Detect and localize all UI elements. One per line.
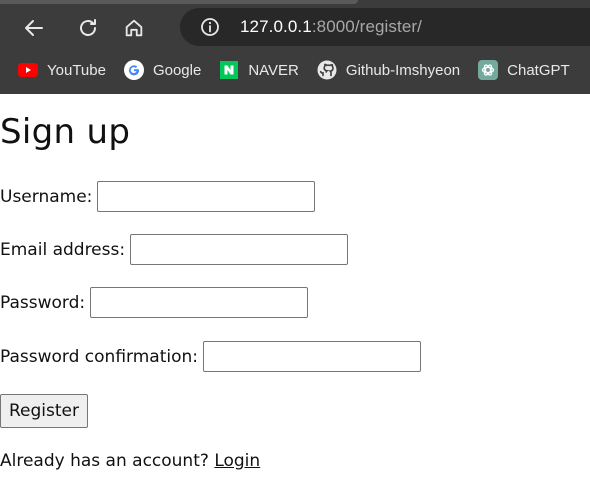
bookmark-google[interactable]: Google xyxy=(123,60,202,80)
browser-chrome: 127.0.0.1:8000/register/ YouTube Google xyxy=(0,0,590,94)
naver-icon xyxy=(219,60,239,80)
bookmark-label: ChatGPT xyxy=(507,61,570,79)
home-icon xyxy=(125,19,143,37)
url-host: 127.0.0.1 xyxy=(240,17,312,36)
email-row: Email address: xyxy=(0,234,349,265)
url-path: :8000/register/ xyxy=(311,17,422,36)
login-link[interactable]: Login xyxy=(214,451,260,471)
bookmark-github[interactable]: Github-Imshyeon xyxy=(317,60,460,80)
username-label: Username: xyxy=(0,186,93,207)
password-row: Password: xyxy=(0,287,309,318)
site-info-icon[interactable] xyxy=(200,17,220,37)
email-input[interactable] xyxy=(130,234,349,265)
back-arrow-icon xyxy=(25,20,43,36)
password-confirmation-input[interactable] xyxy=(203,341,421,372)
reload-icon xyxy=(80,19,96,36)
register-button[interactable]: Register xyxy=(0,394,88,428)
password-confirmation-row: Password confirmation: xyxy=(0,341,421,372)
login-prompt: Already has an account? Login xyxy=(0,451,260,471)
github-icon xyxy=(317,60,337,80)
password-label: Password: xyxy=(0,292,86,313)
bookmark-label: Google xyxy=(152,61,202,79)
bookmark-chatgpt[interactable]: ChatGPT xyxy=(478,60,570,80)
chatgpt-icon xyxy=(478,60,499,80)
page-title: Sign up xyxy=(0,112,131,152)
reload-button[interactable] xyxy=(68,10,108,46)
address-bar[interactable]: 127.0.0.1:8000/register/ xyxy=(180,8,590,46)
username-input[interactable] xyxy=(97,181,316,212)
bookmarks-bar: YouTube Google NAVER Github-Imshyeon Cha… xyxy=(0,54,570,86)
home-button[interactable] xyxy=(114,10,154,46)
password-confirmation-label: Password confirmation: xyxy=(0,346,198,367)
password-input[interactable] xyxy=(90,287,309,318)
url-text: 127.0.0.1:8000/register/ xyxy=(240,17,422,37)
username-row: Username: xyxy=(0,181,316,212)
back-button[interactable] xyxy=(14,10,54,46)
login-prompt-text: Already has an account? xyxy=(0,451,215,471)
bookmark-label: Github-Imshyeon xyxy=(345,61,461,79)
bookmark-label: YouTube xyxy=(47,61,106,79)
browser-toolbar: 127.0.0.1:8000/register/ xyxy=(0,6,590,50)
youtube-icon xyxy=(18,60,38,80)
bookmark-naver[interactable]: NAVER xyxy=(219,60,299,80)
bookmark-label: NAVER xyxy=(248,61,299,79)
email-label: Email address: xyxy=(0,239,126,260)
bookmark-youtube[interactable]: YouTube xyxy=(18,60,106,80)
active-tab-edge xyxy=(0,0,358,4)
google-icon xyxy=(123,60,144,80)
